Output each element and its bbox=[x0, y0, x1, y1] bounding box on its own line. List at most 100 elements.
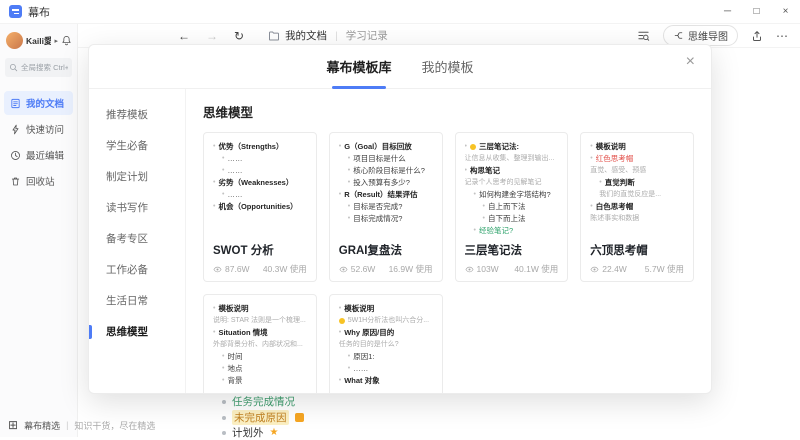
statusbar-label[interactable]: 幕布精选 bbox=[24, 419, 60, 432]
preview-line: •背景 bbox=[213, 375, 307, 387]
forward-button[interactable]: → bbox=[206, 29, 218, 43]
preview-line: •投入预算有多少? bbox=[339, 177, 433, 189]
breadcrumb-folder[interactable]: 我的文档 bbox=[285, 28, 327, 43]
bulb-icon bbox=[339, 318, 345, 324]
caret-icon: ▸ bbox=[54, 37, 58, 45]
template-card[interactable]: •模板说明•红色思考帽直觉、感受、预感•直觉判断我们的直觉反应是...•白色思考… bbox=[580, 132, 694, 282]
folder-icon bbox=[268, 30, 280, 42]
close-window-button[interactable]: × bbox=[771, 0, 800, 23]
back-button[interactable]: ← bbox=[178, 29, 190, 43]
minimize-button[interactable]: ─ bbox=[713, 0, 742, 23]
clock-icon bbox=[10, 150, 21, 161]
global-search-input[interactable]: 全局搜索 Ctrl+J bbox=[5, 58, 72, 77]
export-icon[interactable] bbox=[751, 30, 763, 42]
modal-nav-item[interactable]: 学生必备 bbox=[89, 130, 185, 161]
preview-line: •G（Goal）目标回放 bbox=[339, 141, 433, 153]
preview-line: 陈述事实和数据 bbox=[590, 213, 684, 225]
flash-icon bbox=[10, 124, 21, 135]
uses-count: 5.7W 使用 bbox=[645, 263, 684, 275]
preview-line: •模板说明 bbox=[590, 141, 684, 153]
preview-line: •三层笔记法: bbox=[465, 141, 559, 153]
modal-nav-item[interactable]: 生活日常 bbox=[89, 285, 185, 316]
eye-icon bbox=[339, 265, 348, 274]
eye-icon bbox=[590, 265, 599, 274]
user-name: Kaili愛编 bbox=[26, 35, 51, 47]
sidebar-item-quick-access[interactable]: 快速访问 bbox=[4, 117, 73, 141]
mindmap-button-label: 思维导图 bbox=[688, 28, 728, 43]
note-icon bbox=[295, 413, 304, 422]
preview-line: •…… bbox=[213, 189, 307, 201]
preview-line: •目标完成情况? bbox=[339, 213, 433, 225]
bullet-icon: • bbox=[348, 363, 350, 375]
bullet-icon: • bbox=[213, 327, 215, 339]
template-title: SWOT 分析 bbox=[213, 242, 307, 258]
template-card[interactable]: •三层笔记法:让信息从收集、整理到输出...•构思笔记记录个人思考的见解笔记•如… bbox=[455, 132, 569, 282]
doc-outline-item[interactable]: 计划外 ★ bbox=[222, 425, 278, 440]
star-icon: ★ bbox=[270, 427, 279, 438]
titlebar: 幕布 ─ □ × bbox=[0, 0, 800, 24]
template-card-grid: •优势（Strengths）•……•……•劣势（Weaknesses）•……•机… bbox=[203, 132, 694, 394]
bullet-icon: • bbox=[474, 225, 476, 237]
apps-grid-icon[interactable]: ⊞ bbox=[8, 418, 18, 432]
app-logo-icon bbox=[9, 5, 22, 18]
preview-line: •Situation 情境 bbox=[213, 327, 307, 339]
views-stat: 103W bbox=[465, 264, 499, 274]
maximize-button[interactable]: □ bbox=[742, 0, 771, 23]
user-menu[interactable]: Kaili愛编 ▸ bbox=[0, 24, 77, 55]
search-placeholder: 全局搜索 Ctrl+J bbox=[21, 62, 68, 73]
mindmap-button[interactable]: 思维导图 bbox=[663, 25, 738, 46]
bullet-icon: • bbox=[348, 165, 350, 177]
template-card[interactable]: •优势（Strengths）•……•……•劣势（Weaknesses）•……•机… bbox=[203, 132, 317, 282]
outline-search-icon[interactable] bbox=[637, 29, 650, 42]
views-stat: 87.6W bbox=[213, 264, 250, 274]
bullet-icon: • bbox=[222, 189, 224, 201]
views-stat: 22.4W bbox=[590, 264, 627, 274]
modal-nav-label: 备考专区 bbox=[106, 233, 148, 245]
template-card[interactable]: •模板说明说明: STAR 法则是一个梳理...•Situation 情境外部背… bbox=[203, 294, 317, 394]
sidebar-item-recent[interactable]: 最近编辑 bbox=[4, 143, 73, 167]
tab-my-templates[interactable]: 我的模板 bbox=[422, 45, 474, 89]
close-icon[interactable]: × bbox=[686, 54, 695, 70]
sidebar-item-trash[interactable]: 回收站 bbox=[4, 169, 73, 193]
preview-line: •核心阶段目标是什么? bbox=[339, 165, 433, 177]
modal-content: 思维模型 •优势（Strengths）•……•……•劣势（Weaknesses）… bbox=[186, 89, 711, 393]
preview-line: 我们的直觉反应是... bbox=[590, 189, 684, 201]
bullet-icon bbox=[222, 431, 226, 435]
breadcrumb-divider: | bbox=[335, 30, 338, 42]
doc-line-text: 计划外 bbox=[232, 425, 264, 440]
doc-outline-item[interactable]: 任务完成情况 bbox=[222, 394, 295, 409]
template-library-modal: 幕布模板库 我的模板 × 推荐模板学生必备制定计划读书写作备考专区工作必备生活日… bbox=[88, 44, 712, 394]
bullet-icon: • bbox=[483, 213, 485, 225]
preview-line: •白色思考帽 bbox=[590, 201, 684, 213]
sidebar-item-my-docs[interactable]: 我的文档 bbox=[4, 91, 73, 115]
bullet-icon: • bbox=[213, 303, 215, 315]
modal-nav-label: 读书写作 bbox=[106, 202, 148, 214]
preview-line: •…… bbox=[213, 153, 307, 165]
doc-outline-item[interactable]: 未完成原因 bbox=[222, 410, 304, 425]
avatar[interactable] bbox=[6, 32, 23, 49]
bullet-icon: • bbox=[222, 363, 224, 375]
modal-nav-item[interactable]: 工作必备 bbox=[89, 254, 185, 285]
modal-nav-label: 学生必备 bbox=[106, 140, 148, 152]
template-card[interactable]: •G（Goal）目标回放•项目目标是什么•核心阶段目标是什么?•投入预算有多少?… bbox=[329, 132, 443, 282]
views-count: 22.4W bbox=[602, 264, 627, 274]
refresh-button[interactable]: ↻ bbox=[234, 29, 244, 43]
preview-line: 让信息从收集、整理到输出... bbox=[465, 153, 559, 165]
bullet-icon: • bbox=[213, 177, 215, 189]
preview-line: •如何构建金字塔结构? bbox=[465, 189, 559, 201]
modal-nav-item[interactable]: 思维模型 bbox=[89, 316, 185, 347]
sidebar-menu: 我的文档 快速访问 最近编辑 回收站 bbox=[0, 91, 77, 193]
template-card[interactable]: •模板说明5W1H分析法也叫六合分...•Why 原因/目的任务的目的是什么?•… bbox=[329, 294, 443, 394]
modal-nav-item[interactable]: 读书写作 bbox=[89, 192, 185, 223]
more-icon[interactable]: ⋯ bbox=[776, 29, 788, 43]
bullet-icon: • bbox=[590, 141, 592, 153]
modal-nav-item[interactable]: 备考专区 bbox=[89, 223, 185, 254]
modal-nav-item[interactable]: 制定计划 bbox=[89, 161, 185, 192]
preview-line: •构思笔记 bbox=[465, 165, 559, 177]
bell-icon[interactable] bbox=[61, 35, 72, 46]
mindmap-icon bbox=[673, 30, 684, 41]
modal-nav-label: 生活日常 bbox=[106, 295, 148, 307]
tab-template-library[interactable]: 幕布模板库 bbox=[326, 45, 391, 89]
breadcrumb-doc[interactable]: 学习记录 bbox=[346, 28, 388, 43]
modal-nav-item[interactable]: 推荐模板 bbox=[89, 99, 185, 130]
